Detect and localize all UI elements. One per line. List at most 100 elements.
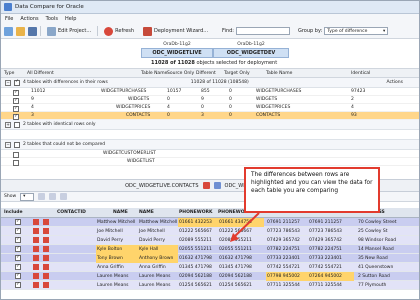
source-database: OraDb-11g2 ODC_WIDGETLIVE bbox=[141, 42, 213, 58]
save-icon[interactable] bbox=[28, 26, 37, 36]
group-title: 2 tables that could not be compared bbox=[23, 142, 106, 147]
col-name-source[interactable]: NAME bbox=[113, 210, 128, 215]
group-header-identical[interactable]: + 2 tables with identical rows only bbox=[1, 120, 419, 130]
source-table-name: WIDGETS bbox=[128, 97, 150, 102]
grid-row[interactable]: ✓ Tony Brown Anthony Brown 01632 471798 0163… bbox=[1, 254, 419, 263]
include-checkbox[interactable]: ✓ bbox=[15, 246, 21, 252]
grid-cell-pm1: 07782 224751 bbox=[267, 247, 300, 252]
col-source-only[interactable]: Source Only bbox=[167, 71, 194, 76]
col-table-name[interactable]: Table Name bbox=[141, 71, 167, 76]
filter-icon[interactable] bbox=[38, 193, 46, 200]
group-header-not-compared[interactable]: − 2 tables that could not be compared bbox=[1, 140, 419, 150]
result-row[interactable]: ✓ 11012 WIDGETPURCHASES 10157 855 0 WIDG… bbox=[1, 88, 419, 96]
target-only-value: 0 bbox=[229, 97, 232, 102]
edit-project-button[interactable]: Edit Project... bbox=[44, 26, 94, 37]
grid-cell-name1: Joe Mitchell bbox=[97, 229, 123, 234]
grid-cell-pm1: 07711 325544 bbox=[267, 283, 300, 288]
col-contactid[interactable]: CONTACTID bbox=[57, 210, 86, 215]
grid-cell-name2: David Perry bbox=[139, 238, 166, 243]
grid-cell-pm2: 07711 325544 bbox=[309, 283, 342, 288]
different-value: 855 bbox=[201, 89, 210, 94]
find-input[interactable] bbox=[235, 27, 290, 35]
row-status-icon bbox=[33, 219, 39, 225]
grid-row[interactable]: ✓ Anna Griffin Anna Griffin 01345 471798 013… bbox=[1, 263, 419, 272]
row-status-icon bbox=[33, 255, 39, 261]
col-name-target[interactable]: NAME bbox=[139, 210, 154, 215]
expand-icon[interactable]: + bbox=[5, 121, 11, 128]
group-checkbox[interactable]: ✓ bbox=[14, 79, 20, 86]
actions-menu[interactable]: Actions bbox=[387, 80, 403, 85]
new-project-icon[interactable] bbox=[4, 26, 13, 36]
title-bar: Data Compare for Oracle bbox=[1, 1, 419, 14]
group-checkbox[interactable] bbox=[14, 121, 20, 128]
grid-cell-addr: 25 Cowley St bbox=[358, 229, 388, 234]
grid-row[interactable]: ✓ Lauren Means Lauren Means 02094 562188 020… bbox=[1, 272, 419, 281]
selection-text: objects selected for deployment bbox=[194, 60, 278, 66]
group-title: 4 tables with differences in their rows bbox=[23, 80, 108, 85]
result-row[interactable]: ✓ 9 WIDGETS 0 9 0 WIDGETS 2 bbox=[1, 96, 419, 104]
grid-row[interactable]: ✓ Lauren Means Lauren Means 01254 565621 012… bbox=[1, 281, 419, 290]
grid-cell-pw2: 01632 471798 bbox=[219, 256, 252, 261]
row-status-icon bbox=[33, 273, 39, 279]
include-checkbox[interactable]: ✓ bbox=[15, 228, 21, 234]
callout-note: The differences between rows are highlig… bbox=[244, 167, 380, 213]
col-table-name-target[interactable]: Table Name bbox=[266, 71, 292, 76]
grid-cell-name2: Anna Griffin bbox=[139, 265, 166, 270]
grid-cell-pm2: 07723 786543 bbox=[309, 229, 342, 234]
row-status-icon bbox=[43, 246, 49, 252]
menu-help[interactable]: Help bbox=[65, 16, 76, 22]
menu-tools[interactable]: Tools bbox=[46, 16, 58, 22]
grid-row[interactable]: ✓ Kyle Bolton Kyle Hall 02055 551211 02055 5… bbox=[1, 245, 419, 254]
filter-icon[interactable] bbox=[60, 193, 68, 200]
row-checkbox[interactable] bbox=[13, 160, 19, 166]
collapse-icon[interactable]: − bbox=[5, 79, 11, 86]
deployment-wizard-button[interactable]: Deployment Wizard... bbox=[140, 26, 211, 37]
open-folder-icon[interactable] bbox=[16, 26, 25, 36]
collapse-icon[interactable]: − bbox=[5, 141, 11, 148]
col-identical[interactable]: Identical bbox=[351, 71, 370, 76]
include-checkbox[interactable]: ✓ bbox=[15, 219, 21, 225]
source-only-value: 10157 bbox=[167, 89, 182, 94]
selection-count: 11028 of 11028 bbox=[151, 60, 195, 66]
grid-cell-pw1: 01632 471798 bbox=[179, 256, 212, 261]
col-all-different[interactable]: All Different bbox=[27, 71, 54, 76]
include-checkbox[interactable]: ✓ bbox=[15, 273, 21, 279]
result-row[interactable]: WIDGETLIST bbox=[1, 158, 419, 166]
result-row[interactable]: WIDGETCUSTOMERLIST bbox=[1, 150, 419, 158]
grid-cell-addr: 35 New Road bbox=[358, 256, 388, 261]
group-checkbox[interactable] bbox=[14, 141, 20, 148]
grid-row[interactable]: ✓ Joe Mitchell Joe Mitchell 01222 565667 012… bbox=[1, 227, 419, 236]
group-by-select[interactable]: Type of difference ▾ bbox=[324, 27, 389, 35]
show-filter-select[interactable]: ▾ bbox=[20, 192, 35, 201]
col-type[interactable]: Type bbox=[4, 71, 14, 76]
include-checkbox[interactable]: ✓ bbox=[15, 237, 21, 243]
deployment-wizard-icon bbox=[143, 26, 153, 36]
col-target-only[interactable]: Target Only bbox=[224, 71, 250, 76]
include-checkbox[interactable]: ✓ bbox=[15, 282, 21, 288]
col-include[interactable]: Include bbox=[4, 210, 23, 215]
include-checkbox[interactable]: ✓ bbox=[15, 255, 21, 261]
menu-file[interactable]: File bbox=[5, 16, 13, 22]
col-phonework-source[interactable]: PHONEWORK bbox=[179, 210, 212, 215]
grid-cell-pw2: 02055 551211 bbox=[219, 247, 252, 252]
target-table-name: WIDGETPURCHASES bbox=[256, 89, 302, 94]
menu-bar: File Actions Tools Help bbox=[1, 14, 419, 24]
target-server-label: OraDb-11g2 bbox=[237, 42, 265, 47]
grid-cell-pm2: 07782 224751 bbox=[309, 247, 342, 252]
app-window: Data Compare for Oracle File Actions Too… bbox=[0, 0, 420, 300]
refresh-button[interactable]: Refresh bbox=[101, 26, 137, 37]
include-checkbox[interactable]: ✓ bbox=[15, 264, 21, 270]
result-row-selected[interactable]: ✓ 3 CONTACTS 0 3 0 CONTACTS 93 bbox=[1, 112, 419, 120]
grid-row[interactable]: ✓ Matthew Mitchell Matthew Mitchell 01661 4… bbox=[1, 218, 419, 227]
row-checkbox[interactable]: ✓ bbox=[13, 114, 19, 120]
result-row[interactable]: ✓ 4 WIDGETPRICES 4 0 0 WIDGETPRICES 4 bbox=[1, 104, 419, 112]
grid-row[interactable]: ✓ David Perry David Perry 02089 555211 02089… bbox=[1, 236, 419, 245]
grid-cell-pw2: 01222 565667 bbox=[219, 229, 252, 234]
group-header-differences[interactable]: − ✓ 4 tables with differences in their r… bbox=[1, 78, 419, 88]
menu-actions[interactable]: Actions bbox=[20, 16, 38, 22]
grid-cell-pm2: 07733 223401 bbox=[309, 256, 342, 261]
filter-icon[interactable] bbox=[49, 193, 57, 200]
col-different[interactable]: Different bbox=[196, 71, 216, 76]
row-status-icon bbox=[43, 237, 49, 243]
target-table-name: WIDGETS bbox=[256, 97, 278, 102]
